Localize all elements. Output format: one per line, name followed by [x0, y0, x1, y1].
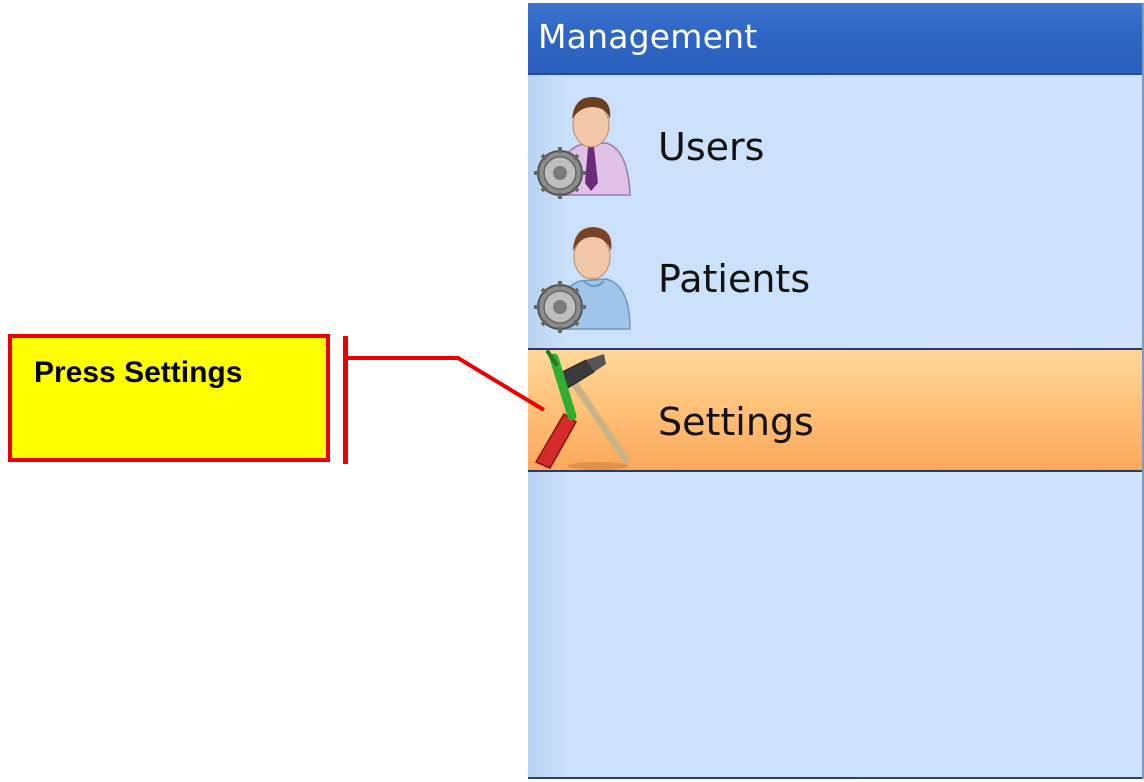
panel-header: Management — [528, 3, 1142, 75]
panel-bottom-border — [528, 777, 1142, 779]
callout-bracket — [343, 336, 348, 464]
patient-gear-icon — [534, 227, 631, 333]
screen: Management Users Patients Settings Press… — [0, 0, 1144, 782]
menu-item-patients[interactable]: Patients — [528, 215, 1142, 339]
management-panel: Management Users Patients Settings — [528, 3, 1144, 779]
panel-title: Management — [538, 17, 758, 56]
menu-item-settings[interactable]: Settings — [528, 348, 1142, 472]
instruction-callout: Press Settings — [8, 334, 330, 462]
callout-text: Press Settings — [34, 356, 243, 389]
tools-icon — [534, 350, 630, 470]
menu-item-users-label: Users — [658, 125, 765, 169]
menu-item-settings-label: Settings — [658, 400, 814, 444]
user-gear-icon — [534, 97, 631, 199]
menu-item-users[interactable]: Users — [528, 83, 1142, 207]
menu-item-patients-label: Patients — [658, 257, 811, 301]
